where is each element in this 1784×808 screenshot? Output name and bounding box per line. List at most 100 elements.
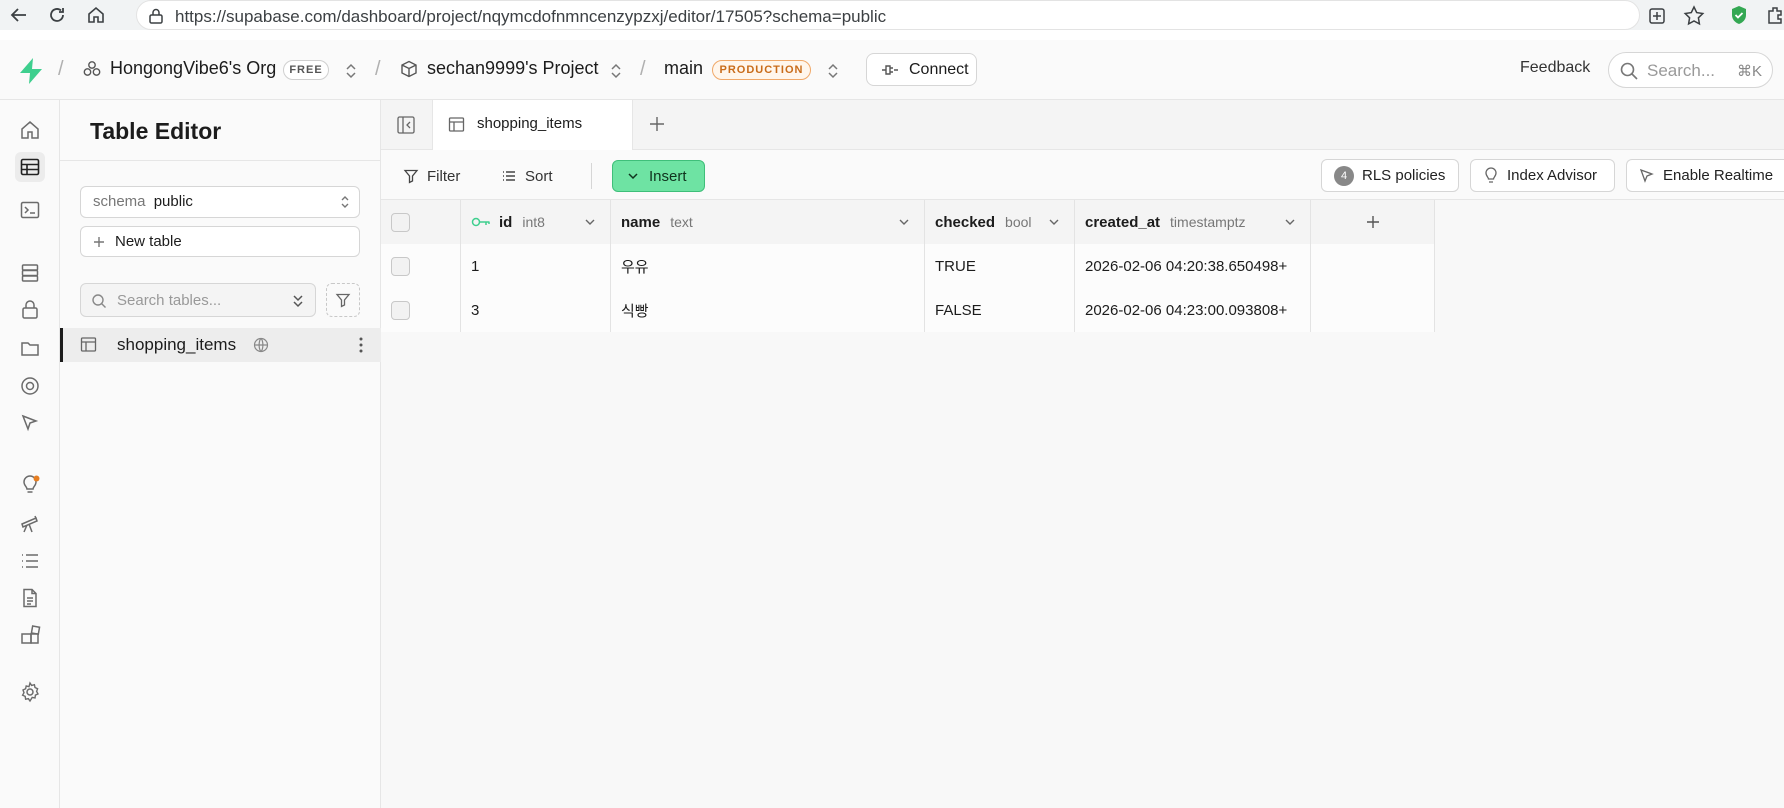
add-column-button[interactable] — [1311, 200, 1435, 244]
more-vertical-icon[interactable] — [358, 336, 364, 354]
table-row[interactable]: 1 우유 TRUE 2026-02-06 04:20:38.650498+ — [381, 244, 1435, 288]
site-info-icon[interactable] — [147, 7, 165, 25]
lightbulb-icon — [1483, 166, 1499, 185]
column-type: text — [670, 214, 693, 230]
cell-created-at[interactable]: 2026-02-06 04:23:00.093808+ — [1075, 288, 1311, 332]
column-header-id[interactable]: id int8 — [461, 200, 611, 244]
column-name: created_at — [1085, 213, 1161, 231]
url-text: https://supabase.com/dashboard/project/n… — [175, 7, 887, 26]
database-nav-icon[interactable] — [15, 258, 45, 288]
settings-gear-icon[interactable] — [15, 677, 45, 707]
table-icon — [80, 336, 97, 353]
api-docs-nav-icon[interactable] — [15, 583, 45, 613]
search-icon — [91, 293, 107, 309]
home-nav-icon[interactable] — [15, 115, 45, 145]
supabase-logo-icon[interactable] — [18, 57, 44, 85]
realtime-nav-icon[interactable] — [15, 408, 45, 438]
rls-policies-button[interactable]: 4 RLS policies — [1321, 159, 1459, 192]
row-checkbox[interactable] — [391, 300, 410, 320]
column-menu-chevron-icon[interactable] — [1048, 216, 1060, 228]
sidebar-title: Table Editor — [90, 118, 222, 144]
column-menu-chevron-icon[interactable] — [1284, 216, 1296, 228]
column-header-checked[interactable]: checked bool — [925, 200, 1075, 244]
authentication-nav-icon[interactable] — [15, 295, 45, 325]
search-tables-input[interactable]: Search tables... — [80, 283, 316, 317]
select-all-checkbox[interactable] — [391, 212, 410, 232]
filter-tables-button[interactable] — [326, 283, 360, 317]
column-header-created-at[interactable]: created_at timestamptz — [1075, 200, 1311, 244]
column-type: int8 — [522, 214, 545, 230]
edge-functions-nav-icon[interactable] — [15, 371, 45, 401]
branch-name[interactable]: main — [664, 58, 703, 79]
project-switcher-chevron-icon[interactable] — [609, 62, 623, 80]
sql-editor-nav-icon[interactable] — [15, 195, 45, 225]
connect-button[interactable]: Connect — [866, 53, 977, 86]
org-name[interactable]: HongongVibe6's Org — [110, 58, 276, 79]
storage-nav-icon[interactable] — [15, 333, 45, 363]
cell-checked[interactable]: TRUE — [925, 244, 1075, 288]
observability-nav-icon[interactable] — [15, 508, 45, 538]
plus-icon — [93, 236, 105, 248]
breadcrumb-separator: / — [640, 58, 646, 80]
main-panel: shopping_items Filter Sort Insert 4 RLS … — [381, 100, 1784, 808]
filter-button[interactable]: Filter — [403, 161, 460, 191]
filter-label: Filter — [427, 167, 461, 185]
sort-button[interactable]: Sort — [501, 161, 553, 191]
org-switcher-chevron-icon[interactable] — [344, 62, 358, 80]
cell-empty — [1311, 288, 1435, 332]
column-header-name[interactable]: name text — [611, 200, 925, 244]
column-name: checked — [935, 213, 996, 231]
column-menu-chevron-icon[interactable] — [898, 216, 910, 228]
plan-badge: FREE — [283, 60, 329, 80]
bookmark-star-icon[interactable] — [1683, 5, 1705, 27]
table-editor-nav-icon[interactable] — [15, 152, 45, 182]
advisors-nav-icon[interactable] — [15, 470, 45, 500]
new-tab-plus-icon[interactable] — [648, 115, 666, 133]
cell-checked[interactable]: FALSE — [925, 288, 1075, 332]
collapse-sidebar-icon[interactable] — [396, 115, 416, 135]
tab-bar: shopping_items — [381, 100, 1784, 151]
select-all-cell — [381, 200, 461, 244]
cell-name[interactable]: 식빵 — [611, 288, 925, 332]
toolbar-divider — [591, 163, 592, 189]
breadcrumb-separator: / — [58, 58, 64, 80]
schema-select[interactable]: schema public — [80, 186, 360, 218]
shield-extension-icon[interactable] — [1728, 4, 1750, 26]
cell-name[interactable]: 우유 — [611, 244, 925, 288]
column-menu-chevron-icon[interactable] — [584, 216, 596, 228]
cell-id[interactable]: 1 — [461, 244, 611, 288]
insert-button[interactable]: Insert — [612, 160, 705, 192]
index-advisor-button[interactable]: Index Advisor — [1470, 159, 1615, 192]
extensions-icon[interactable] — [1766, 5, 1784, 25]
global-search-input[interactable]: Search... ⌘K — [1608, 52, 1773, 88]
install-app-icon[interactable] — [1647, 6, 1667, 26]
sidebar-item-shopping-items[interactable]: shopping_items — [60, 328, 381, 362]
integrations-nav-icon[interactable] — [15, 620, 45, 650]
branch-switcher-chevron-icon[interactable] — [826, 62, 840, 80]
cell-empty — [1311, 244, 1435, 288]
grid-toolbar: Filter Sort Insert 4 RLS policies Index … — [381, 150, 1784, 200]
tab-shopping-items[interactable]: shopping_items — [432, 100, 633, 151]
index-advisor-label: Index Advisor — [1507, 167, 1598, 184]
column-type: bool — [1005, 214, 1032, 230]
cell-id[interactable]: 3 — [461, 288, 611, 332]
enable-realtime-button[interactable]: Enable Realtime — [1626, 159, 1784, 192]
reload-icon[interactable] — [44, 2, 70, 28]
connect-label: Connect — [909, 60, 969, 78]
row-select-cell — [381, 288, 461, 332]
back-icon[interactable] — [6, 2, 32, 28]
chevrons-down-icon[interactable] — [291, 293, 305, 309]
feedback-button[interactable]: Feedback — [1520, 59, 1590, 77]
sort-icon — [501, 168, 517, 184]
home-icon[interactable] — [83, 2, 109, 28]
project-name[interactable]: sechan9999's Project — [427, 58, 599, 79]
table-row[interactable]: 3 식빵 FALSE 2026-02-06 04:23:00.093808+ — [381, 288, 1435, 332]
new-table-button[interactable]: New table — [80, 226, 360, 257]
rls-count-badge: 4 — [1334, 165, 1354, 186]
cell-created-at[interactable]: 2026-02-06 04:20:38.650498+ — [1075, 244, 1311, 288]
logs-nav-icon[interactable] — [15, 546, 45, 576]
realtime-pointer-icon — [1639, 168, 1655, 184]
address-bar[interactable]: https://supabase.com/dashboard/project/n… — [136, 0, 1705, 30]
search-tables-placeholder: Search tables... — [117, 292, 222, 309]
row-checkbox[interactable] — [391, 256, 410, 276]
